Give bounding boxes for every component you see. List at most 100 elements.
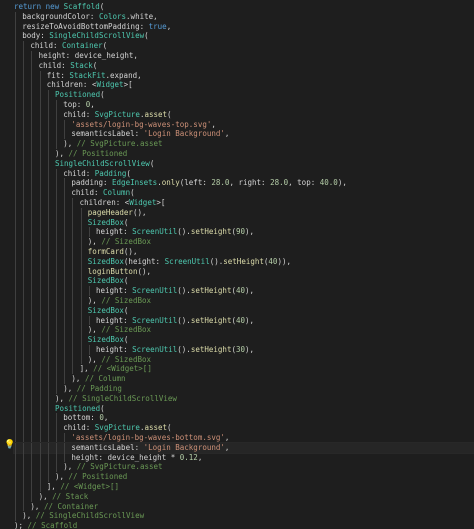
code-line[interactable]: ); // Scaffold bbox=[14, 521, 474, 529]
code-line[interactable]: height: ScreenUtil().setHeight(40), bbox=[14, 315, 474, 326]
code-token: ), bbox=[245, 286, 255, 296]
code-token: (), bbox=[123, 246, 138, 256]
code-token: SingleChildScrollView bbox=[49, 31, 145, 41]
code-line[interactable]: height: ScreenUtil().setHeight(40), bbox=[14, 286, 474, 296]
indent-guide bbox=[23, 276, 25, 287]
code-token: asset bbox=[144, 423, 168, 433]
code-token: SingleChildScrollView bbox=[55, 158, 150, 168]
code-line[interactable]: child: Column( bbox=[14, 188, 474, 198]
code-line[interactable]: Positioned( bbox=[14, 90, 474, 100]
code-line[interactable]: ), // SizedBox bbox=[14, 354, 474, 365]
code-line[interactable]: padding: EdgeInsets.only(left: 28.0, rig… bbox=[14, 178, 474, 189]
code-line[interactable]: height: ScreenUtil().setHeight(90), bbox=[14, 227, 474, 238]
code-line[interactable]: ), // Positioned bbox=[14, 148, 474, 159]
code-line[interactable]: height: device_height * 0.12, bbox=[14, 452, 474, 463]
indent-guide bbox=[31, 423, 33, 434]
code-token: child: bbox=[63, 423, 95, 433]
indent-guide bbox=[39, 158, 41, 169]
code-line[interactable]: return new Scaffold( bbox=[14, 2, 474, 12]
indent-guide bbox=[23, 423, 25, 434]
indent-guide bbox=[39, 286, 41, 296]
code-line[interactable]: 'assets/login-bg-waves-bottom.svg', bbox=[14, 433, 474, 443]
code-line[interactable]: child: Container( bbox=[14, 41, 474, 51]
code-editor[interactable]: 💡 return new Scaffold(backgroundColor: C… bbox=[0, 0, 474, 529]
code-line[interactable]: ), // SvgPicture.asset bbox=[14, 139, 474, 149]
code-line[interactable]: ), // SingleChildScrollView bbox=[14, 511, 474, 522]
indent-guide bbox=[47, 178, 49, 189]
code-line[interactable]: SizedBox(height: ScreenUtil().setHeight(… bbox=[14, 256, 474, 267]
code-line[interactable]: ), // SizedBox bbox=[14, 295, 474, 306]
indent-guide bbox=[31, 472, 33, 483]
code-line[interactable]: SingleChildScrollView( bbox=[14, 158, 474, 169]
code-line[interactable]: Positioned( bbox=[14, 403, 474, 414]
code-line[interactable]: ], // <Widget>[] bbox=[14, 482, 474, 492]
indent-guide bbox=[15, 139, 16, 149]
indent-guide bbox=[39, 374, 41, 385]
code-line[interactable]: SizedBox( bbox=[14, 217, 474, 228]
code-line[interactable]: top: 0, bbox=[14, 99, 474, 110]
indent-guide bbox=[23, 178, 25, 189]
code-line[interactable]: height: device_height, bbox=[14, 50, 474, 61]
code-text: pageHeader(), bbox=[88, 208, 147, 218]
code-line[interactable]: backgroundColor: Colors.white, bbox=[14, 11, 474, 22]
code-line[interactable]: children: <Widget>[ bbox=[14, 80, 474, 91]
code-text: height: ScreenUtil().setHeight(30), bbox=[96, 345, 254, 355]
code-line[interactable]: ), // SizedBox bbox=[14, 325, 474, 336]
indent-guide bbox=[15, 354, 16, 365]
code-line[interactable]: 'assets/login-bg-waves-top.svg', bbox=[14, 119, 474, 130]
code-line[interactable]: pageHeader(), bbox=[14, 207, 474, 218]
code-line[interactable]: ), // Positioned bbox=[14, 472, 474, 483]
code-line[interactable]: children: <Widget>[ bbox=[14, 197, 474, 208]
code-line[interactable]: child: SvgPicture.asset( bbox=[14, 109, 474, 120]
code-token: // Positioned bbox=[68, 148, 128, 158]
code-token: , bbox=[197, 452, 203, 462]
code-token: 30 bbox=[235, 344, 246, 354]
code-token: // Positioned bbox=[68, 472, 128, 482]
code-line[interactable]: ), // Stack bbox=[14, 491, 474, 502]
code-line[interactable]: child: Padding( bbox=[14, 168, 474, 179]
code-line[interactable]: ), // Padding bbox=[14, 384, 474, 394]
code-token: // <Widget>[] bbox=[93, 364, 152, 374]
code-token: Colors bbox=[98, 11, 127, 21]
code-text: ), // Column bbox=[71, 374, 125, 384]
code-area[interactable]: return new Scaffold(backgroundColor: Col… bbox=[13, 2, 474, 529]
code-line[interactable]: height: ScreenUtil().setHeight(30), bbox=[14, 344, 474, 355]
code-line[interactable]: ), // SvgPicture.asset bbox=[14, 462, 474, 473]
indent-guide bbox=[47, 462, 49, 473]
code-token: EdgeInsets bbox=[112, 178, 158, 188]
code-line[interactable]: fit: StackFit.expand, bbox=[14, 70, 474, 81]
indent-guide bbox=[56, 325, 57, 336]
code-line[interactable]: body: SingleChildScrollView( bbox=[14, 31, 474, 42]
code-line[interactable]: semanticsLabel: 'Login Background', bbox=[13, 441, 474, 454]
indent-guide bbox=[39, 70, 41, 81]
code-line[interactable]: ), // SingleChildScrollView bbox=[14, 393, 474, 404]
indent-guide bbox=[56, 168, 57, 179]
indent-guide bbox=[80, 305, 82, 316]
code-line[interactable]: loginButton(), bbox=[14, 266, 474, 277]
code-token: ), bbox=[38, 491, 53, 501]
code-line[interactable]: resizeToAvoidBottomPadding: true, bbox=[14, 21, 474, 32]
code-line[interactable]: SizedBox( bbox=[14, 276, 474, 287]
code-line[interactable]: child: SvgPicture.asset( bbox=[14, 423, 474, 434]
code-token: ), bbox=[245, 344, 255, 354]
code-line[interactable]: SizedBox( bbox=[14, 335, 474, 345]
indent-guide bbox=[47, 139, 49, 149]
code-line[interactable]: ), // SizedBox bbox=[14, 237, 474, 247]
indent-guide bbox=[31, 276, 33, 287]
code-line[interactable]: ], // <Widget>[] bbox=[14, 364, 474, 375]
indent-guide bbox=[39, 168, 41, 179]
code-token: )), bbox=[277, 256, 291, 266]
code-line[interactable]: ), // Container bbox=[14, 501, 474, 512]
code-line[interactable]: ), // Column bbox=[14, 374, 474, 385]
code-line[interactable]: bottom: 0, bbox=[14, 413, 474, 424]
code-line[interactable]: semanticsLabel: 'Login Background', bbox=[14, 129, 474, 140]
indent-guide bbox=[39, 80, 41, 91]
indent-guide bbox=[80, 256, 82, 267]
indent-guide bbox=[15, 393, 16, 404]
code-text: loginButton(), bbox=[88, 267, 151, 277]
code-line[interactable]: child: Stack( bbox=[14, 60, 474, 71]
indent-guide bbox=[72, 256, 74, 267]
code-line[interactable]: SizedBox( bbox=[14, 305, 474, 316]
code-line[interactable]: formCard(), bbox=[14, 246, 474, 257]
code-text: formCard(), bbox=[88, 247, 138, 257]
